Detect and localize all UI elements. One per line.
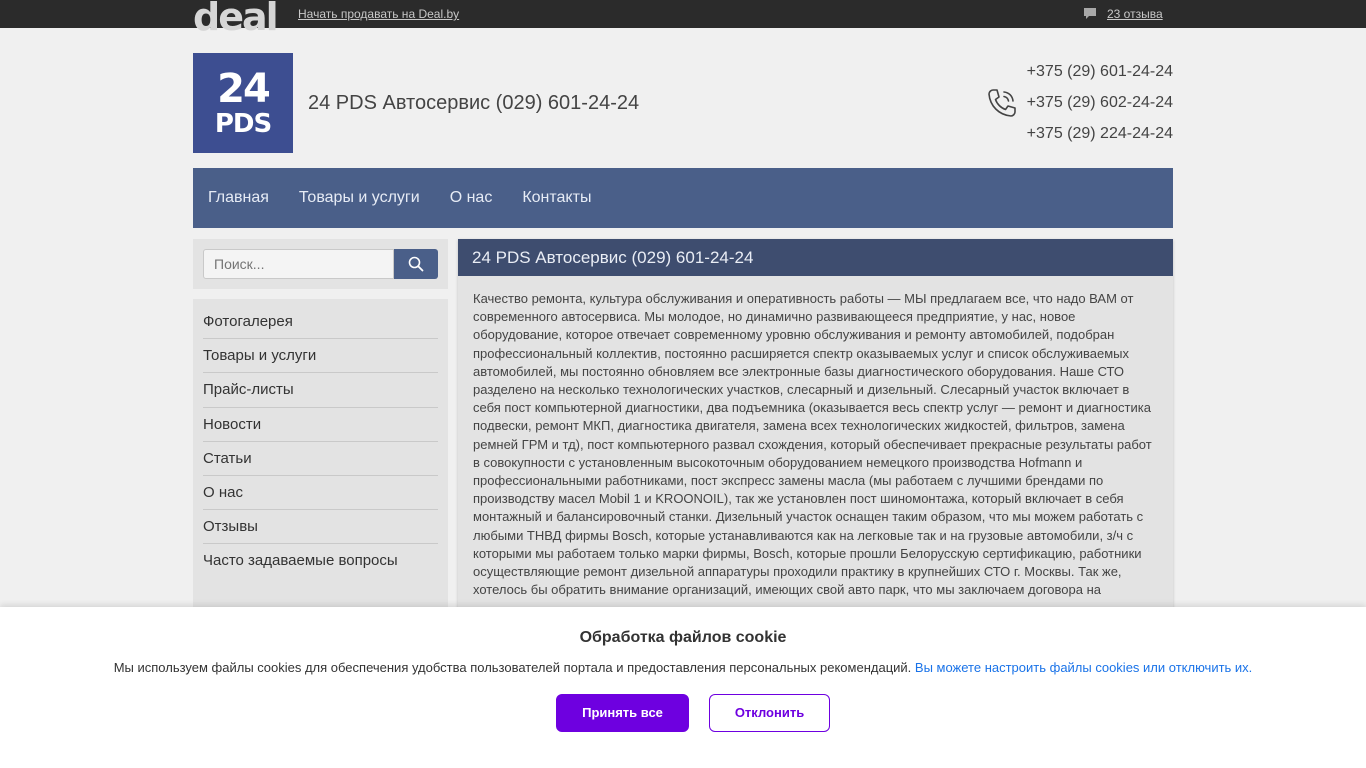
phone-list: +375 (29) 601-24-24 +375 (29) 602-24-24 …: [1027, 62, 1173, 155]
cookie-text-line: Мы используем файлы cookies для обеспече…: [0, 660, 1366, 675]
top-bar: deal Начать продавать на Deal.by 23 отзы…: [0, 0, 1366, 36]
main-navigation: Главная Товары и услуги О нас Контакты: [193, 168, 1173, 228]
deal-logo[interactable]: deal: [193, 0, 279, 36]
company-logo[interactable]: 24 PDS: [193, 53, 293, 153]
content-title: 24 PDS Автосервис (029) 601-24-24: [458, 239, 1173, 276]
content-text: Качество ремонта, культура обслуживания …: [473, 291, 1152, 598]
comment-icon: [1084, 8, 1096, 19]
site-title: 24 PDS Автосервис (029) 601-24-24: [308, 92, 640, 114]
search-button[interactable]: [394, 249, 438, 279]
sidebar-item-pricelists[interactable]: Прайс-листы: [203, 373, 438, 408]
sidebar-item-news[interactable]: Новости: [203, 408, 438, 442]
cookie-settings-link[interactable]: Вы можете настроить файлы cookies или от…: [915, 660, 1252, 675]
sidebar-menu: Фотогалерея Товары и услуги Прайс-листы …: [193, 299, 448, 629]
cookie-banner: Обработка файлов cookie Мы используем фа…: [0, 607, 1366, 768]
start-selling-link[interactable]: Начать продавать на Deal.by: [298, 7, 459, 21]
phone-number-3[interactable]: +375 (29) 224-24-24: [1027, 124, 1173, 155]
sidebar-item-faq[interactable]: Часто задаваемые вопросы: [203, 544, 438, 578]
search-icon: [408, 256, 424, 272]
reviews-link[interactable]: 23 отзыва: [1083, 7, 1163, 21]
reviews-count: 23 отзыва: [1107, 7, 1163, 21]
accept-all-button[interactable]: Принять все: [556, 694, 689, 732]
nav-item-home[interactable]: Главная: [208, 189, 269, 207]
logo-number: 24: [217, 66, 271, 112]
search-input[interactable]: [203, 249, 394, 279]
phone-number-1[interactable]: +375 (29) 601-24-24: [1027, 62, 1173, 93]
sidebar-item-gallery[interactable]: Фотогалерея: [203, 305, 438, 340]
sidebar-item-products[interactable]: Товары и услуги: [203, 339, 438, 374]
cookie-title: Обработка файлов cookie: [579, 629, 787, 646]
cookie-text: Мы используем файлы cookies для обеспече…: [113, 660, 912, 675]
phone-number-2[interactable]: +375 (29) 602-24-24: [1027, 93, 1173, 124]
sidebar-item-reviews[interactable]: Отзывы: [203, 510, 438, 545]
nav-item-contacts[interactable]: Контакты: [522, 189, 591, 207]
search-panel: [193, 239, 448, 289]
sidebar-item-articles[interactable]: Статьи: [203, 442, 438, 476]
phone-icon: [988, 89, 1016, 117]
sidebar-item-about[interactable]: О нас: [203, 476, 438, 511]
main-content: 24 PDS Автосервис (029) 601-24-24 Качест…: [458, 239, 1173, 639]
logo-text: PDS: [214, 109, 272, 139]
decline-button[interactable]: Отклонить: [709, 694, 830, 732]
nav-item-products[interactable]: Товары и услуги: [299, 189, 420, 207]
nav-item-about[interactable]: О нас: [450, 189, 493, 207]
